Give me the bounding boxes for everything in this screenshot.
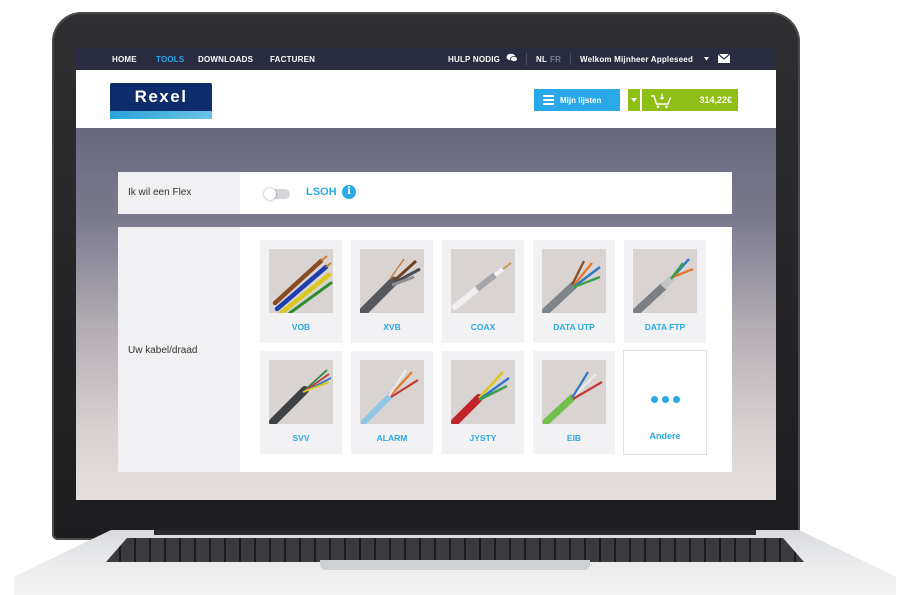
data-utp-cable-photo <box>542 249 606 313</box>
cable-option-data-ftp[interactable]: DATA FTP <box>624 240 706 343</box>
toggle-knob <box>264 188 276 200</box>
caret-down-icon <box>631 98 637 102</box>
nav-invoices-link[interactable]: FACTUREN <box>270 55 315 64</box>
info-icon[interactable]: i <box>342 185 356 199</box>
flex-option-card: Ik wil een Flex LSOH i <box>118 172 732 214</box>
cable-selection-card: Uw kabel/draad VOB XVB COAX DATA UTP DAT… <box>118 227 732 472</box>
laptop-trackpad <box>320 560 590 570</box>
nav-tools-link[interactable]: TOOLS <box>156 55 184 64</box>
nav-home-link[interactable]: HOME <box>112 55 137 64</box>
chat-icon[interactable] <box>506 53 518 63</box>
logo-underline <box>110 111 212 119</box>
svv-cable-photo <box>269 360 333 424</box>
chevron-down-icon[interactable] <box>704 57 709 61</box>
cable-option-coax[interactable]: COAX <box>442 240 524 343</box>
cable-option-jysty[interactable]: JYSTY <box>442 351 524 454</box>
nav-downloads-link[interactable]: DOWNLOADS <box>198 55 253 64</box>
cable-name: ALARM <box>376 433 408 443</box>
cable-name: DATA FTP <box>644 322 686 332</box>
cable-name: Andere <box>649 431 681 441</box>
cable-label: Uw kabel/draad <box>128 345 198 356</box>
lsoh-label: LSOH <box>306 186 337 198</box>
xvb-cable-photo <box>360 249 424 313</box>
my-lists-label: Mijn lijsten <box>560 96 602 105</box>
laptop-screen: HOME TOOLS DOWNLOADS FACTUREN HULP NODIG… <box>76 48 776 500</box>
welcome-user-menu[interactable]: Welkom Mijnheer Appleseed <box>580 55 693 64</box>
cable-name: XVB <box>383 322 401 332</box>
site-header: Rexel Mijn lijsten 314,22€ <box>76 70 776 128</box>
vob-cable-photo <box>269 249 333 313</box>
nav-separator <box>570 53 571 65</box>
flex-label: Ik wil een Flex <box>128 187 192 198</box>
cable-label-cell: Uw kabel/draad <box>118 227 240 472</box>
eib-cable-photo <box>542 360 606 424</box>
cable-option-vob[interactable]: VOB <box>260 240 342 343</box>
laptop-keyboard <box>106 538 804 562</box>
mail-icon[interactable] <box>718 54 730 63</box>
rexel-logo[interactable]: Rexel <box>110 83 212 119</box>
help-link[interactable]: HULP NODIG <box>448 55 500 64</box>
my-lists-button[interactable]: Mijn lijsten <box>534 89 620 111</box>
cable-name: JYSTY <box>469 433 497 443</box>
language-fr[interactable]: FR <box>550 55 561 64</box>
coax-cable-photo <box>451 249 515 313</box>
logo-wordmark: Rexel <box>110 83 212 111</box>
laptop-base <box>14 530 896 595</box>
cable-name: VOB <box>291 322 311 332</box>
flex-toggle[interactable] <box>264 188 290 200</box>
laptop-hinge <box>154 530 756 535</box>
cable-option-alarm[interactable]: ALARM <box>351 351 433 454</box>
cable-name: DATA UTP <box>553 322 595 332</box>
cable-option-other[interactable]: Andere <box>624 351 706 454</box>
cable-option-eib[interactable]: EIB <box>533 351 615 454</box>
top-navigation: HOME TOOLS DOWNLOADS FACTUREN HULP NODIG… <box>76 48 776 70</box>
hamburger-icon <box>543 95 554 105</box>
cart-button[interactable]: 314,22€ <box>642 89 738 111</box>
data-ftp-cable-photo <box>633 249 697 313</box>
cable-option-xvb[interactable]: XVB <box>351 240 433 343</box>
cable-option-data-utp[interactable]: DATA UTP <box>533 240 615 343</box>
nav-separator <box>526 53 527 65</box>
language-nl[interactable]: NL <box>536 55 547 64</box>
cart-dropdown-button[interactable] <box>628 89 640 111</box>
cable-name: EIB <box>566 433 582 443</box>
cable-name: COAX <box>470 322 496 332</box>
shopping-cart-icon <box>651 93 672 109</box>
flex-label-cell: Ik wil een Flex <box>118 172 240 214</box>
more-dots-icon <box>624 390 706 408</box>
cart-total: 314,22€ <box>699 95 732 105</box>
cable-name: SVV <box>292 433 310 443</box>
cable-option-svv[interactable]: SVV <box>260 351 342 454</box>
jysty-cable-photo <box>451 360 515 424</box>
alarm-cable-photo <box>360 360 424 424</box>
